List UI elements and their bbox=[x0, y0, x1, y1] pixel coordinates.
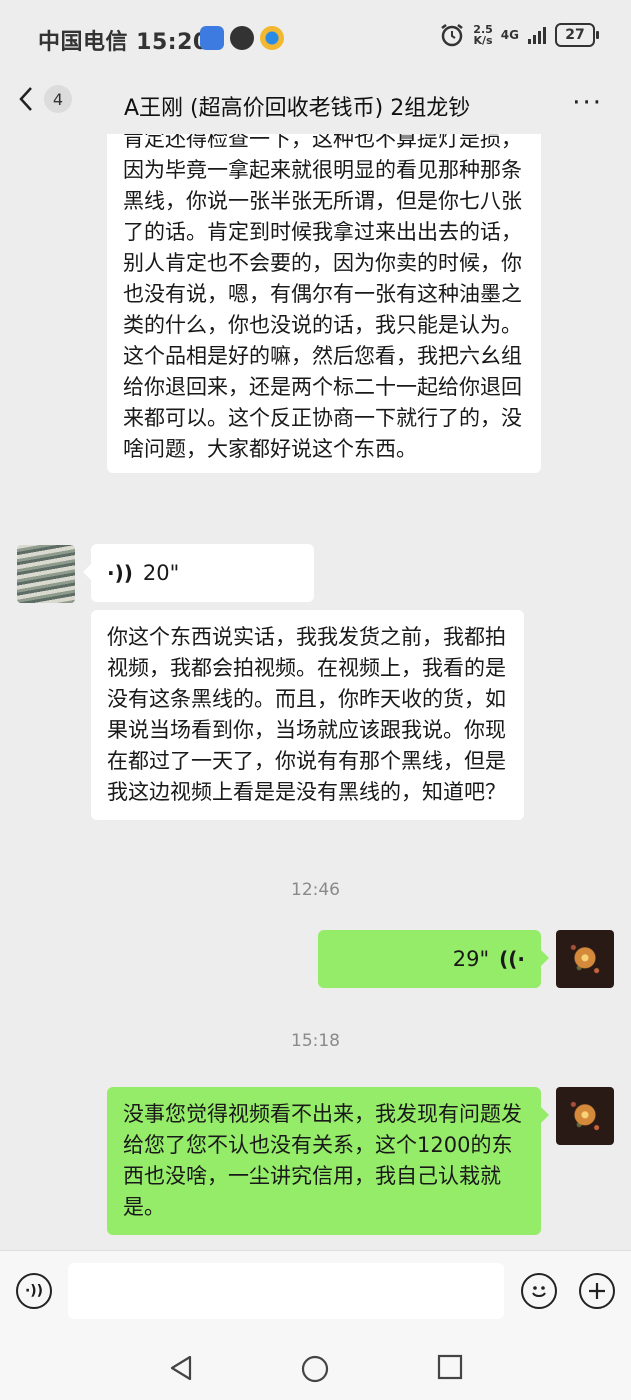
message-text-input[interactable] bbox=[68, 1263, 504, 1319]
message-bubble-outgoing[interactable]: 没事您觉得视频看不出来，我发现有问题发给您了您不认也没有关系，这个1200的东西… bbox=[107, 1087, 549, 1235]
voice-wave-icon: ·)) bbox=[107, 560, 133, 585]
voice-wave-icon: ((· bbox=[499, 946, 525, 971]
voice-message-incoming[interactable]: ·)) 20" bbox=[83, 544, 314, 602]
my-avatar[interactable] bbox=[556, 930, 614, 988]
status-right: 2.5 K/s 4G 27 bbox=[439, 22, 599, 48]
plus-icon bbox=[589, 1283, 605, 1299]
chevron-left-icon bbox=[19, 87, 32, 111]
smiley-icon bbox=[532, 1286, 546, 1297]
unread-count-badge: 4 bbox=[44, 85, 72, 113]
home-circle-icon[interactable] bbox=[300, 1354, 330, 1384]
chat-message-list[interactable]: 肯定还得检查一下，这种也不算提灯是损，因为毕竟一拿起来就很明显的看见那种那条黑线… bbox=[0, 134, 631, 1250]
message-text: 你这个东西说实话，我我发货之前，我都拍视频，我都会拍视频。在视频上，我看的是没有… bbox=[107, 625, 506, 804]
browser-notification-icon bbox=[260, 26, 284, 50]
battery-icon: 27 bbox=[555, 23, 599, 47]
alarm-icon bbox=[441, 24, 464, 47]
app-notification-icon bbox=[200, 26, 224, 50]
system-navigation-bar bbox=[0, 1334, 631, 1400]
message-timestamp: 15:18 bbox=[291, 1031, 340, 1051]
net-speed-unit: K/s bbox=[473, 34, 493, 47]
status-bar: 中国电信 15:20 2.5 K/s 4G 27 bbox=[0, 0, 631, 78]
emoji-button[interactable] bbox=[521, 1273, 557, 1309]
network-type: 4G bbox=[500, 28, 519, 42]
message-timestamp: 12:46 bbox=[291, 880, 340, 900]
voice-input-button[interactable]: ·)) bbox=[16, 1273, 52, 1309]
contact-avatar[interactable] bbox=[17, 545, 75, 603]
my-avatar[interactable] bbox=[556, 1087, 614, 1145]
battery-level: 27 bbox=[565, 27, 585, 43]
back-button[interactable]: 4 bbox=[16, 84, 72, 114]
chat-header: 4 A王刚 (超高价回收老钱币) 2组龙钞 ··· bbox=[0, 78, 631, 134]
signal-icon bbox=[528, 27, 546, 44]
audio-notification-icon bbox=[230, 26, 254, 50]
message-input-bar: ·)) bbox=[0, 1250, 631, 1335]
more-options-button[interactable]: ··· bbox=[572, 88, 603, 118]
voice-duration: 20" bbox=[142, 560, 180, 585]
message-bubble-incoming[interactable]: 你这个东西说实话，我我发货之前，我都拍视频，我都会拍视频。在视频上，我看的是没有… bbox=[91, 610, 524, 820]
recents-square-icon[interactable] bbox=[437, 1354, 463, 1380]
message-text: 没事您觉得视频看不出来，我发现有问题发给您了您不认也没有关系，这个1200的东西… bbox=[123, 1102, 522, 1219]
net-speed: 2.5 K/s bbox=[473, 24, 493, 46]
carrier-time: 中国电信 15:20 bbox=[38, 30, 209, 55]
message-bubble-incoming[interactable]: 肯定还得检查一下，这种也不算提灯是损，因为毕竟一拿起来就很明显的看见那种那条黑线… bbox=[107, 134, 541, 473]
back-triangle-icon[interactable] bbox=[168, 1354, 194, 1382]
more-functions-button[interactable] bbox=[579, 1273, 615, 1309]
message-text: 肯定还得检查一下，这种也不算提灯是损，因为毕竟一拿起来就很明显的看见那种那条黑线… bbox=[123, 134, 522, 461]
chat-title: A王刚 (超高价回收老钱币) 2组龙钞 bbox=[124, 96, 471, 121]
voice-duration: 29" bbox=[452, 946, 490, 971]
voice-input-icon: ·)) bbox=[24, 1283, 44, 1299]
voice-message-outgoing[interactable]: 29" ((· bbox=[318, 930, 549, 988]
